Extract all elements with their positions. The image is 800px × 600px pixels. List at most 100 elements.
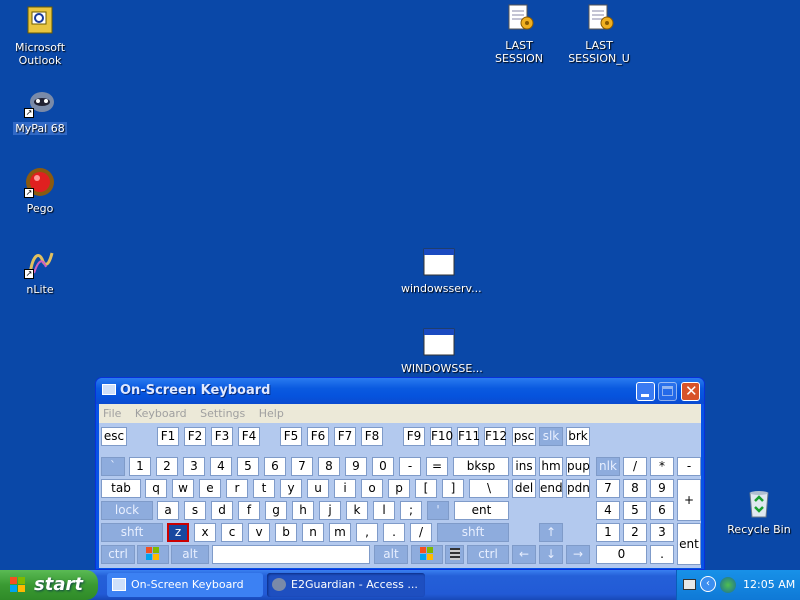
key-right[interactable]: → [566,545,590,564]
key-f9[interactable]: F9 [403,427,425,446]
key-w[interactable]: w [172,479,194,498]
key-h[interactable]: h [292,501,314,520]
on-screen-keyboard-window[interactable]: On-Screen Keyboard ✕ File Keyboard Setti… [95,377,705,570]
key-r[interactable]: r [226,479,248,498]
key-lctrl[interactable]: ctrl [101,545,135,564]
key-z[interactable]: z [167,523,189,542]
key-tab[interactable]: tab [101,479,141,498]
key-t[interactable]: t [253,479,275,498]
key-del[interactable]: del [512,479,536,498]
menu-help[interactable]: Help [259,407,284,420]
menu-file[interactable]: File [103,407,121,420]
key-p6[interactable]: 6 [650,501,674,520]
key-f7[interactable]: F7 [334,427,356,446]
key-f10[interactable]: F10 [430,427,453,446]
key-b[interactable]: b [275,523,297,542]
key-g[interactable]: g [265,501,287,520]
key-f12[interactable]: F12 [484,427,507,446]
key-rshft[interactable]: shft [437,523,509,542]
key-rb[interactable]: ] [442,479,464,498]
minimize-button[interactable] [636,382,655,401]
left-windows-key[interactable] [137,545,169,564]
key-j[interactable]: j [319,501,341,520]
application-menu-key[interactable] [445,545,464,564]
key-minus[interactable]: - [399,457,421,476]
key-p[interactable]: p [388,479,410,498]
key-n0[interactable]: 0 [372,457,394,476]
key-grave[interactable]: ` [101,457,125,476]
key-bksp[interactable]: bksp [453,457,509,476]
desktop-icon-mypal-68[interactable]: ↗ MyPal 68 [0,86,80,135]
key-comma[interactable]: , [356,523,378,542]
desktop-icon-last-session[interactable]: LAST SESSION [479,3,559,65]
key-f11[interactable]: F11 [457,427,480,446]
key-s[interactable]: s [184,501,206,520]
key-lb[interactable]: [ [415,479,437,498]
key-p8[interactable]: 8 [623,479,647,498]
key-n2[interactable]: 2 [156,457,178,476]
key-n1[interactable]: 1 [129,457,151,476]
key-n6[interactable]: 6 [264,457,286,476]
key-lalt[interactable]: alt [171,545,209,564]
key-pent[interactable]: ent [677,523,701,565]
key-f1[interactable]: F1 [157,427,179,446]
key-x[interactable]: x [194,523,216,542]
key-f4[interactable]: F4 [238,427,260,446]
key-p3[interactable]: 3 [650,523,674,542]
desktop-icon-windowsserv[interactable]: windowsserv... [399,246,482,295]
desktop-icon-recycle-bin[interactable]: Recycle Bin [719,487,799,536]
key-a[interactable]: a [157,501,179,520]
key-quote[interactable]: ' [427,501,449,520]
key-n4[interactable]: 4 [210,457,232,476]
key-n5[interactable]: 5 [237,457,259,476]
key-ent[interactable]: ent [454,501,509,520]
key-f2[interactable]: F2 [184,427,206,446]
key-rctrl[interactable]: ctrl [467,545,509,564]
key-f[interactable]: f [238,501,260,520]
key-padd[interactable]: + [677,479,701,521]
key-f5[interactable]: F5 [280,427,302,446]
key-p1[interactable]: 1 [596,523,620,542]
taskbar-item-e2guardian[interactable]: E2Guardian - Access ... [267,573,425,597]
key-q[interactable]: q [145,479,167,498]
key-hm[interactable]: hm [539,457,563,476]
network-globe-icon[interactable] [720,577,736,593]
show-hidden-icons-chevron-icon[interactable]: ‹ [700,576,716,592]
key-e[interactable]: e [199,479,221,498]
key-end[interactable]: end [539,479,563,498]
key-p2[interactable]: 2 [623,523,647,542]
key-f6[interactable]: F6 [307,427,329,446]
key-pdn[interactable]: pdn [566,479,590,498]
key-c[interactable]: c [221,523,243,542]
key-psc[interactable]: psc [512,427,536,446]
key-brk[interactable]: brk [566,427,590,446]
key-p4[interactable]: 4 [596,501,620,520]
key-n7[interactable]: 7 [291,457,313,476]
key-lock[interactable]: lock [101,501,153,520]
key-div[interactable]: / [623,457,647,476]
key-slk[interactable]: slk [539,427,563,446]
desktop-icon-nlite[interactable]: ↗ nLite [0,247,80,296]
title-bar[interactable]: On-Screen Keyboard ✕ [96,378,704,404]
desktop-icon-windowsse[interactable]: WINDOWSSE... [399,326,483,375]
key-o[interactable]: o [361,479,383,498]
key-esc[interactable]: esc [101,427,127,446]
key-up[interactable]: ↑ [539,523,563,542]
key-p7[interactable]: 7 [596,479,620,498]
key-m[interactable]: m [329,523,351,542]
right-windows-key[interactable] [411,545,443,564]
key-pdot[interactable]: . [650,545,674,564]
key-pup[interactable]: pup [566,457,590,476]
key-eq[interactable]: = [426,457,448,476]
key-d[interactable]: d [211,501,233,520]
key-f8[interactable]: F8 [361,427,383,446]
start-button[interactable]: start [0,570,98,600]
key-ralt[interactable]: alt [374,545,408,564]
key-f3[interactable]: F3 [211,427,233,446]
key-u[interactable]: u [307,479,329,498]
key-p9[interactable]: 9 [650,479,674,498]
close-button[interactable]: ✕ [681,382,700,401]
key-nlk[interactable]: nlk [596,457,620,476]
key-v[interactable]: v [248,523,270,542]
key-bs[interactable]: \ [469,479,509,498]
